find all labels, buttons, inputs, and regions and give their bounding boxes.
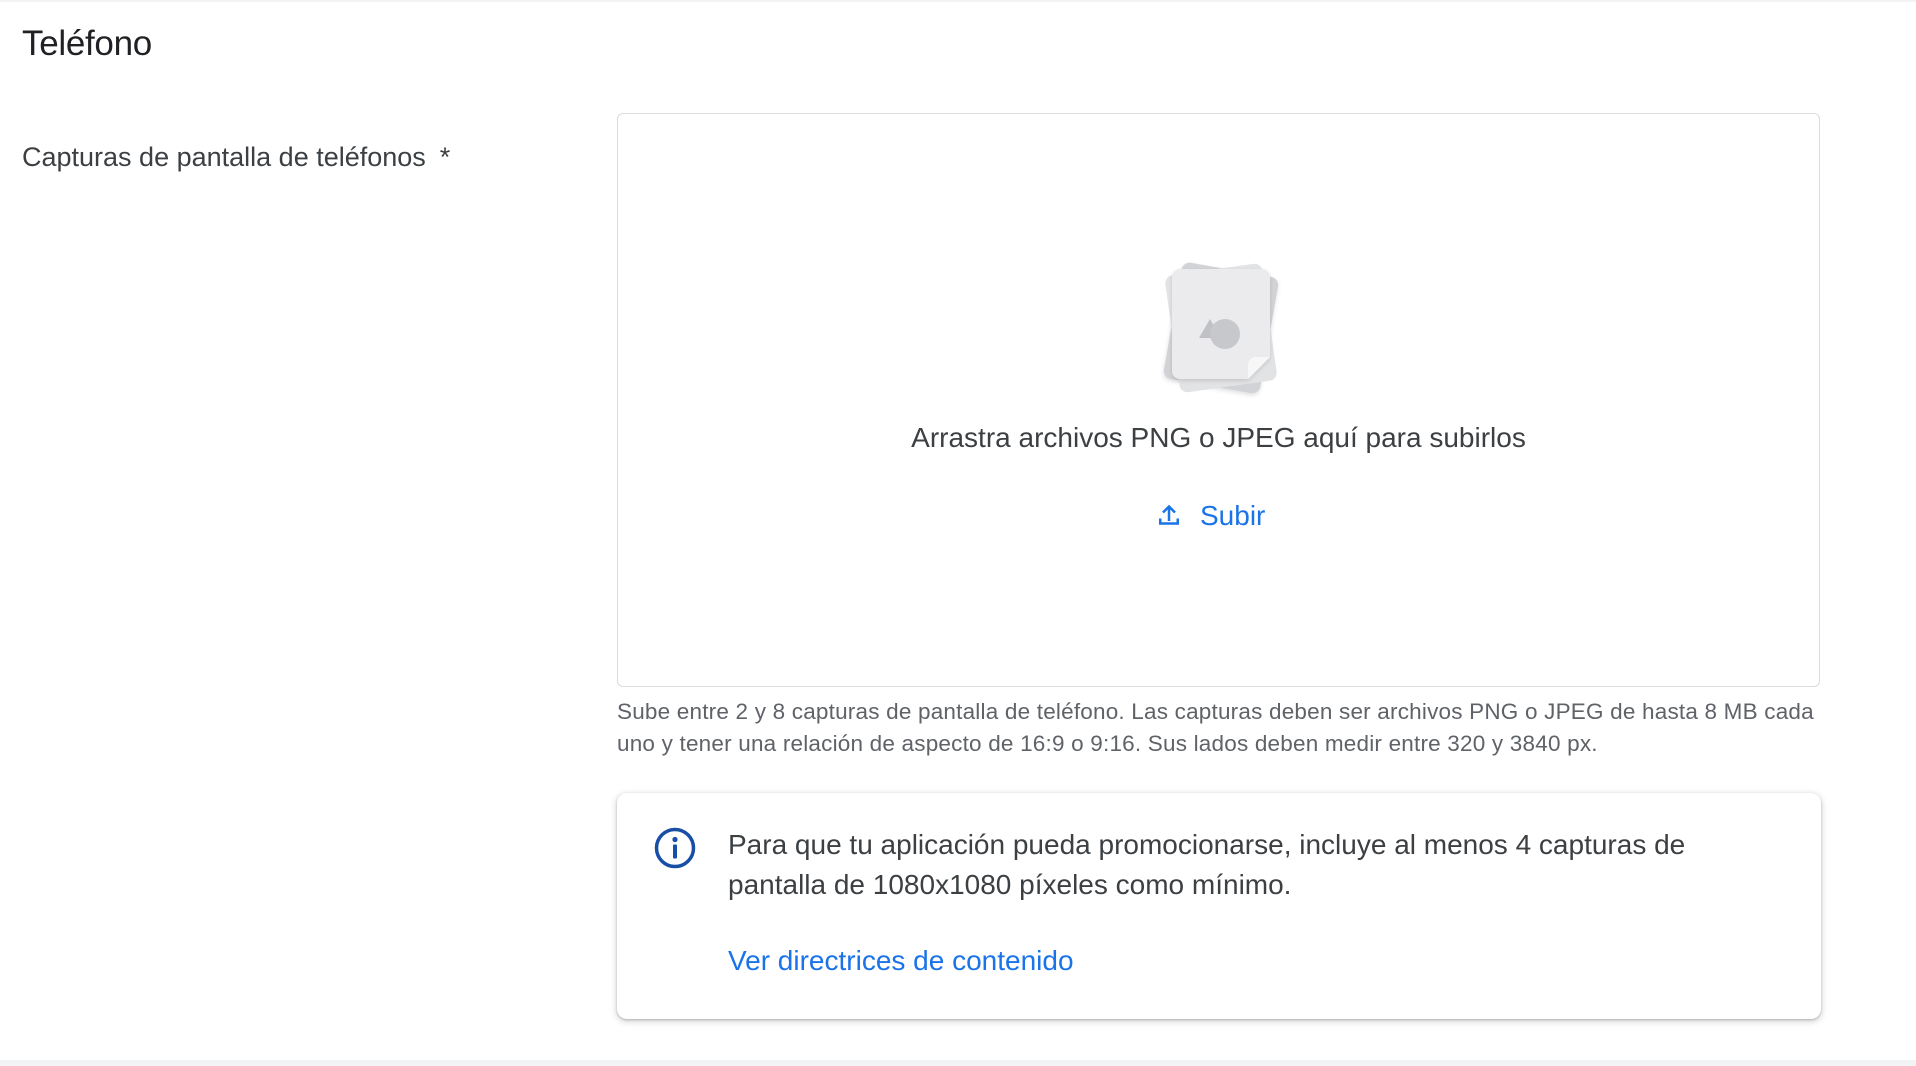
field-label-text: Capturas de pantalla de teléfonos: [22, 142, 426, 172]
content-guidelines-link[interactable]: Ver directrices de contenido: [728, 945, 1074, 977]
page: Teléfono Capturas de pantalla de teléfon…: [0, 0, 1916, 1066]
image-files-icon: [1152, 255, 1282, 400]
bottom-divider: [0, 1060, 1916, 1066]
info-message: Para que tu aplicación pueda promocionar…: [728, 829, 1686, 900]
top-divider: [0, 0, 1916, 2]
helper-text: Sube entre 2 y 8 capturas de pantalla de…: [617, 699, 1814, 756]
upload-button[interactable]: Subir: [1154, 494, 1265, 538]
info-icon: [653, 826, 697, 870]
required-marker: *: [439, 142, 451, 172]
upload-icon: [1154, 501, 1184, 531]
upload-label: Subir: [1200, 500, 1266, 531]
section-title: Teléfono: [22, 24, 152, 63]
info-card: Para que tu aplicación pueda promocionar…: [617, 793, 1821, 1019]
drop-instructions: Arrastra archivos PNG o JPEG aquí para s…: [911, 422, 1526, 453]
field-label: Capturas de pantalla de teléfonos *: [22, 142, 450, 173]
